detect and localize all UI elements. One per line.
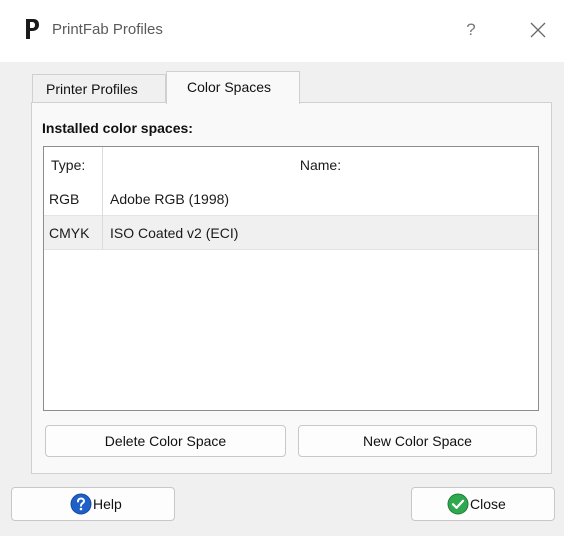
new-color-space-button[interactable]: New Color Space	[298, 425, 537, 457]
column-header-name[interactable]: Name:	[103, 157, 538, 173]
tab-printer-profiles[interactable]: Printer Profiles	[32, 74, 166, 103]
color-spaces-table[interactable]: Type: Name: RGB Adobe RGB (1998) CMYK IS…	[43, 146, 539, 411]
tab-color-spaces[interactable]: Color Spaces	[166, 71, 300, 104]
printfab-logo-icon	[26, 19, 39, 39]
check-circle-icon	[447, 493, 469, 515]
help-title-button[interactable]: ?	[458, 17, 484, 43]
cell-name: ISO Coated v2 (ECI)	[110, 225, 239, 241]
column-header-type[interactable]: Type:	[51, 157, 85, 173]
close-icon[interactable]	[525, 17, 551, 43]
column-separator	[102, 147, 103, 250]
help-button-label: Help	[93, 496, 122, 512]
delete-color-space-button[interactable]: Delete Color Space	[45, 425, 286, 457]
help-button[interactable]: Help	[11, 487, 175, 521]
window-title: PrintFab Profiles	[52, 21, 163, 38]
table-row-selected[interactable]: CMYK ISO Coated v2 (ECI)	[44, 216, 538, 250]
question-circle-icon	[70, 493, 92, 515]
cell-type: CMYK	[49, 225, 90, 241]
cell-name: Adobe RGB (1998)	[110, 191, 230, 207]
close-button-label: Close	[470, 496, 506, 512]
printfab-profiles-dialog: PrintFab Profiles ? Printer Profiles Col…	[0, 0, 564, 536]
table-row[interactable]: RGB Adobe RGB (1998)	[44, 182, 538, 216]
table-header: Type: Name:	[44, 147, 538, 183]
title-bar: PrintFab Profiles ?	[0, 0, 564, 62]
cell-type: RGB	[49, 191, 80, 207]
installed-color-spaces-label: Installed color spaces:	[42, 120, 193, 136]
close-button[interactable]: Close	[411, 487, 555, 521]
